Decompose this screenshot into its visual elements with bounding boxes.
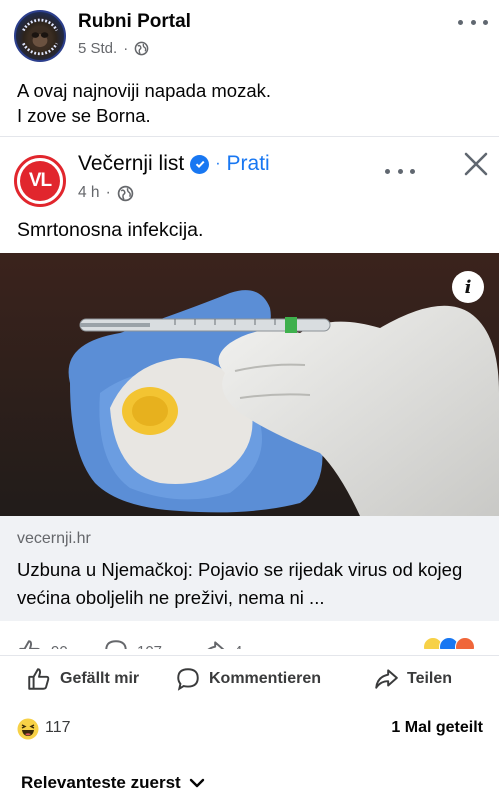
info-icon[interactable]: i	[452, 271, 484, 303]
reaction-emojis	[423, 637, 475, 649]
avatar[interactable]	[14, 10, 66, 62]
follow-button[interactable]: Prati	[227, 152, 270, 176]
post-meta: 5 Std. ·	[78, 40, 149, 57]
link-domain: vecernji.hr	[17, 530, 91, 547]
share-button[interactable]: Teilen	[373, 666, 452, 692]
shared-post-time[interactable]: 4 h	[78, 184, 100, 202]
post-image[interactable]	[0, 253, 499, 516]
sort-label: Relevanteste zuerst	[21, 773, 181, 792]
post-time[interactable]: 5 Std.	[78, 40, 117, 57]
more-icon	[458, 19, 463, 25]
like-icon	[19, 640, 40, 649]
share-label: Teilen	[407, 670, 453, 687]
comment-button[interactable]: Kommentieren	[175, 666, 321, 692]
like-count: 90	[51, 643, 68, 650]
post-text: A ovaj najnoviji napada mozak. I zove se…	[17, 78, 271, 128]
globe-icon	[134, 41, 149, 56]
page-logo[interactable]: VL	[14, 155, 66, 207]
page-name[interactable]: Večernji list	[78, 152, 184, 176]
comment-count: 107	[137, 643, 162, 650]
comment-label: Kommentieren	[209, 670, 322, 687]
page-logo-text: VL	[20, 161, 60, 201]
more-options-button[interactable]	[458, 12, 488, 32]
haha-icon[interactable]	[17, 718, 39, 740]
comment-icon	[177, 668, 199, 691]
comment-sort-dropdown[interactable]: Relevanteste zuerst	[21, 773, 205, 793]
shared-comment-count: 107	[103, 638, 162, 649]
verified-icon	[190, 154, 210, 174]
globe-icon	[117, 185, 133, 201]
like-label: Gefällt mir	[60, 670, 140, 687]
link-title[interactable]: Uzbuna u Njemačkoj: Pojavio se rijedak v…	[17, 556, 487, 612]
outer-post-header: Rubni Portal 5 Std. ·	[0, 0, 499, 68]
post-image-illustration	[0, 253, 499, 516]
shared-post-text: Smrtonosna infekcija.	[17, 219, 204, 241]
like-icon	[28, 668, 50, 690]
action-bar: Gefällt mir Kommentieren Teilen	[0, 655, 499, 703]
post-text-line-1: A ovaj najnoviji napada mozak.	[17, 80, 272, 101]
shared-post-meta: 4 h ·	[78, 184, 134, 202]
share-count-link[interactable]: 1 Mal geteilt	[391, 719, 483, 737]
comment-icon	[105, 640, 127, 649]
shared-post-header: Večernji list · Prati	[78, 152, 270, 176]
shared-meta-separator: ·	[105, 184, 111, 201]
more-icon	[385, 168, 390, 174]
shared-more-options-button[interactable]	[385, 161, 415, 181]
post-text-line-2: I zove se Borna.	[17, 105, 151, 126]
follow-separator: ·	[215, 155, 221, 172]
shared-post-reactions: 90 107 4	[0, 621, 499, 649]
share-icon	[375, 669, 398, 689]
chevron-down-icon	[189, 778, 204, 788]
shared-share-count: 4	[200, 638, 242, 649]
share-count: 4	[234, 643, 242, 650]
close-icon[interactable]	[463, 151, 489, 177]
meta-separator: ·	[123, 40, 129, 57]
post-author-name[interactable]: Rubni Portal	[78, 11, 191, 33]
share-icon	[207, 641, 225, 649]
shared-like-count: 90	[17, 638, 68, 649]
like-button[interactable]: Gefällt mir	[26, 666, 139, 692]
avatar-image	[22, 18, 58, 56]
post-stats: 117 1 Mal geteilt	[0, 710, 499, 746]
reaction-count[interactable]: 117	[45, 719, 71, 737]
